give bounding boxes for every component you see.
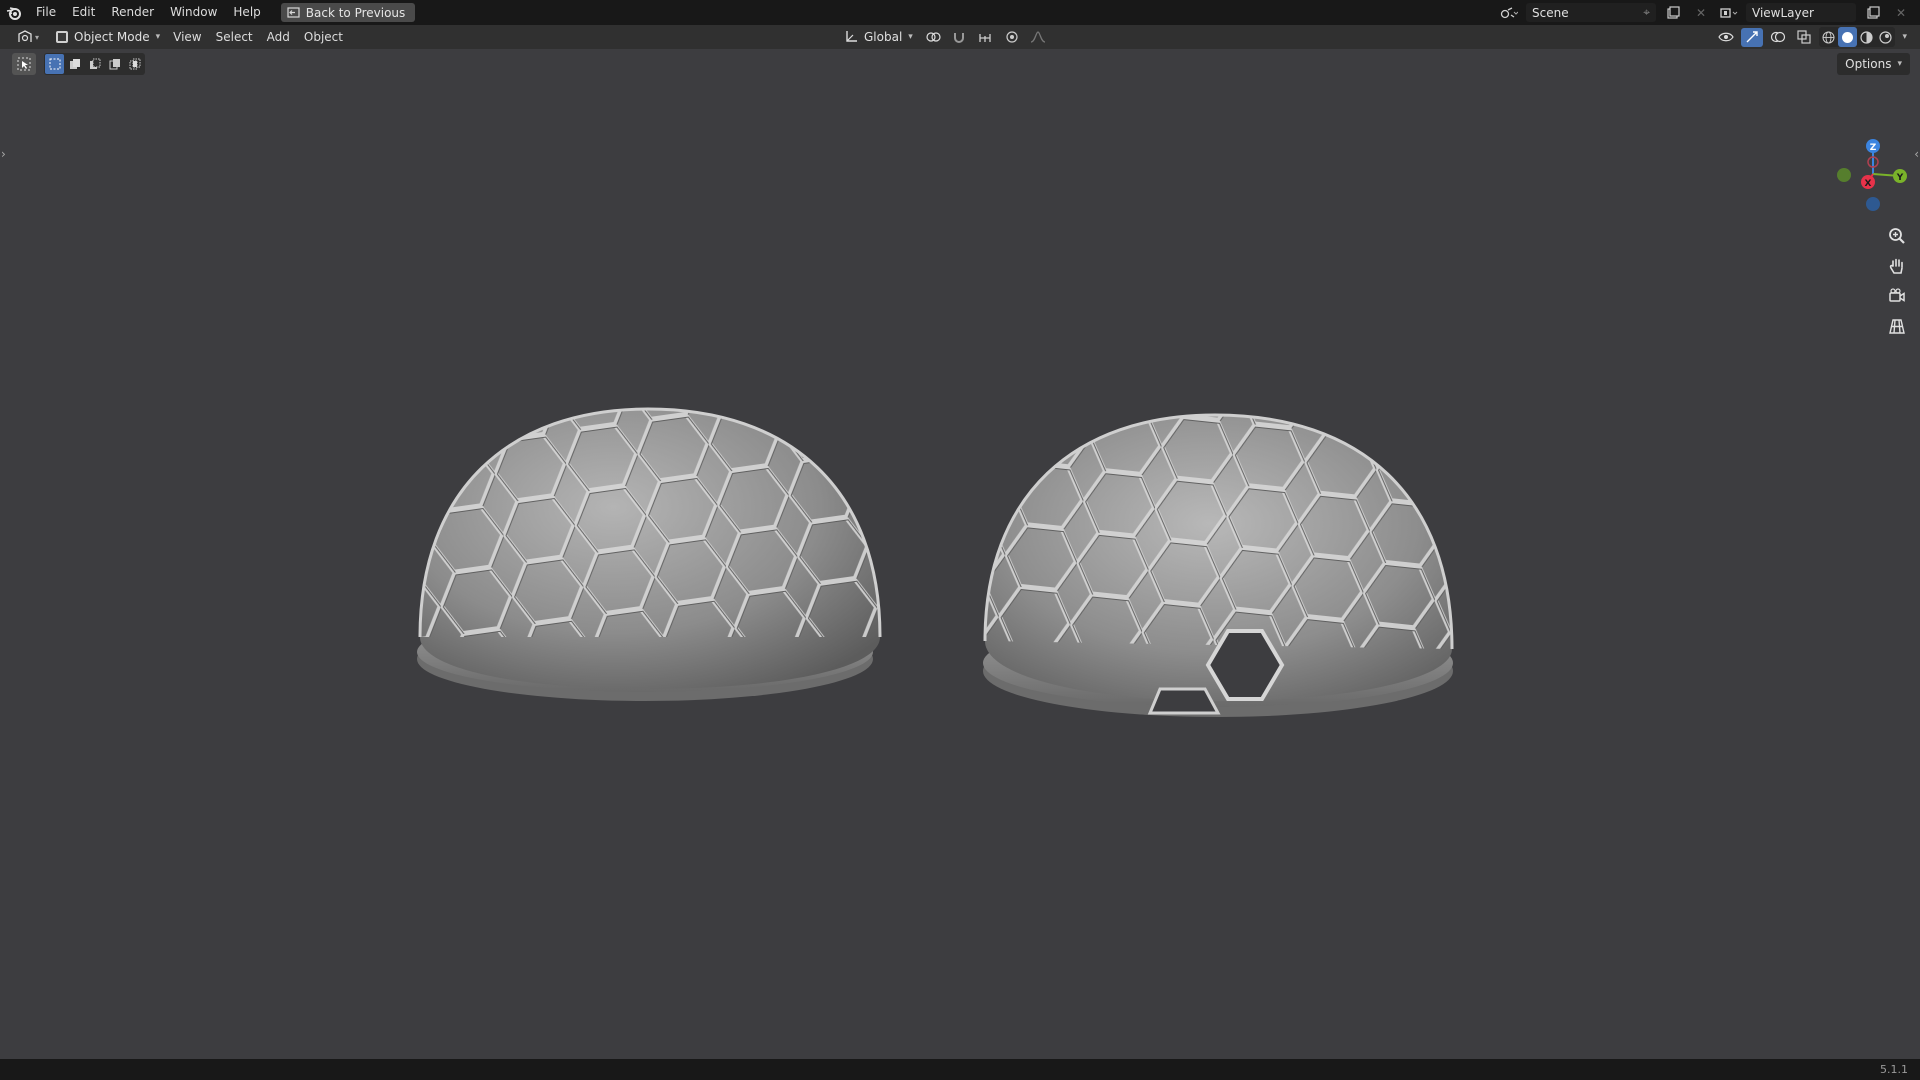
object-mode-icon: [56, 31, 68, 43]
toolbar-expand-arrow-icon[interactable]: ›: [1, 147, 6, 161]
select-tool-cursor-icon[interactable]: [12, 53, 36, 75]
camera-view-icon[interactable]: [1886, 285, 1908, 307]
orientation-label: Global: [864, 30, 903, 44]
proportional-editing-icon[interactable]: [1001, 28, 1023, 47]
delete-view-layer-icon[interactable]: ✕: [1890, 3, 1912, 22]
zoom-icon[interactable]: [1886, 225, 1908, 247]
visibility-icon[interactable]: [1715, 28, 1737, 47]
status-bar: 5.1.1: [0, 1059, 1920, 1080]
top-menu-bar: File Edit Render Window Help Back to Pre…: [0, 0, 1920, 25]
view-layer-field[interactable]: ViewLayer: [1746, 3, 1856, 22]
pin-icon[interactable]: ⌖: [1643, 5, 1650, 20]
hand-icon[interactable]: [1886, 255, 1908, 277]
select-extend-icon[interactable]: [65, 54, 84, 74]
gizmo-y-label: Y: [1896, 173, 1904, 183]
delete-scene-icon[interactable]: ✕: [1690, 3, 1712, 22]
navigation-tools: [1886, 225, 1908, 337]
view-layer-name: ViewLayer: [1752, 5, 1814, 20]
menu-render[interactable]: Render: [103, 0, 162, 25]
viewport-scene: [363, 353, 1505, 747]
menu-file[interactable]: File: [28, 0, 64, 25]
mode-label: Object Mode: [74, 30, 150, 44]
chevron-down-icon: ▾: [1897, 59, 1902, 69]
gizmo-x-label: X: [1865, 179, 1872, 189]
object-mode-select[interactable]: Object Mode ▾: [50, 27, 166, 47]
tool-settings-row: [12, 53, 145, 75]
select-invert-icon[interactable]: [105, 54, 124, 74]
transform-orientation-select[interactable]: Global ▾: [838, 27, 919, 47]
menu-select[interactable]: Select: [209, 30, 260, 44]
gizmo-neg-z[interactable]: [1866, 197, 1880, 211]
material-shading-icon[interactable]: [1857, 27, 1876, 47]
viewport-display-controls: ▾: [1715, 27, 1910, 47]
selection-mode-group: [44, 53, 145, 75]
menu-edit[interactable]: Edit: [64, 0, 103, 25]
menu-window[interactable]: Window: [162, 0, 225, 25]
menu-object[interactable]: Object: [297, 30, 350, 44]
scene-selector-icon[interactable]: [1498, 3, 1520, 22]
select-new-icon[interactable]: [45, 54, 64, 74]
version-label: 5.1.1: [1880, 1063, 1908, 1076]
scene-name: Scene: [1532, 5, 1569, 20]
back-to-previous-button[interactable]: Back to Previous: [280, 3, 416, 22]
xray-toggle-icon[interactable]: [1793, 28, 1815, 47]
gizmo-neg-y[interactable]: [1837, 168, 1851, 182]
3d-viewport[interactable]: › ‹ Z Y X: [0, 49, 1920, 1059]
view-layer-selector-icon[interactable]: [1718, 3, 1740, 22]
orthographic-grid-icon[interactable]: [1886, 315, 1908, 337]
navigation-gizmo[interactable]: Z Y X: [1828, 134, 1908, 214]
hex-dome-left[interactable]: [363, 353, 942, 745]
select-intersect-icon[interactable]: [125, 54, 144, 74]
gizmo-z-label: Z: [1870, 143, 1877, 153]
select-subtract-icon[interactable]: [85, 54, 104, 74]
pivot-point-icon[interactable]: [923, 28, 945, 47]
transform-controls: Global ▾: [838, 27, 1049, 47]
chevron-down-icon: ▾: [908, 32, 913, 42]
options-dropdown[interactable]: Options ▾: [1837, 53, 1910, 75]
wireframe-shading-icon[interactable]: [1819, 27, 1838, 47]
back-button-label: Back to Previous: [305, 5, 406, 20]
viewport-header: ▾ Object Mode ▾ View Select Add Object G…: [0, 25, 1920, 49]
overlays-icon[interactable]: [1767, 28, 1789, 47]
snap-increment-icon[interactable]: [975, 28, 997, 47]
chevron-down-icon: ▾: [155, 32, 161, 42]
editor-type-selector[interactable]: ▾: [6, 27, 50, 47]
falloff-icon[interactable]: [1027, 28, 1049, 47]
menu-add[interactable]: Add: [260, 30, 297, 44]
blender-logo-icon[interactable]: [0, 0, 28, 25]
hex-dome-right-with-opening[interactable]: [933, 362, 1505, 747]
options-label: Options: [1845, 57, 1892, 71]
shading-mode-group: [1819, 27, 1896, 47]
snap-icon[interactable]: [949, 28, 971, 47]
chevron-down-icon[interactable]: ▾: [1899, 32, 1910, 42]
sidebar-expand-arrow-icon[interactable]: ‹: [1914, 147, 1919, 161]
gizmo-toggle-icon[interactable]: [1741, 27, 1764, 47]
orientation-axes-icon: [846, 31, 857, 42]
chevron-down-icon: ▾: [34, 32, 39, 42]
new-scene-icon[interactable]: [1662, 3, 1684, 22]
scene-name-field[interactable]: Scene ⌖: [1526, 3, 1656, 22]
rendered-shading-icon[interactable]: [1876, 27, 1895, 47]
menu-help[interactable]: Help: [225, 0, 268, 25]
new-view-layer-icon[interactable]: [1862, 3, 1884, 22]
back-icon: [287, 7, 300, 18]
menu-view[interactable]: View: [166, 30, 208, 44]
solid-shading-icon[interactable]: [1838, 27, 1858, 47]
workspace-selectors: Scene ⌖ ✕ ViewLayer ✕: [1498, 0, 1920, 25]
3d-viewport-icon: [18, 30, 32, 42]
